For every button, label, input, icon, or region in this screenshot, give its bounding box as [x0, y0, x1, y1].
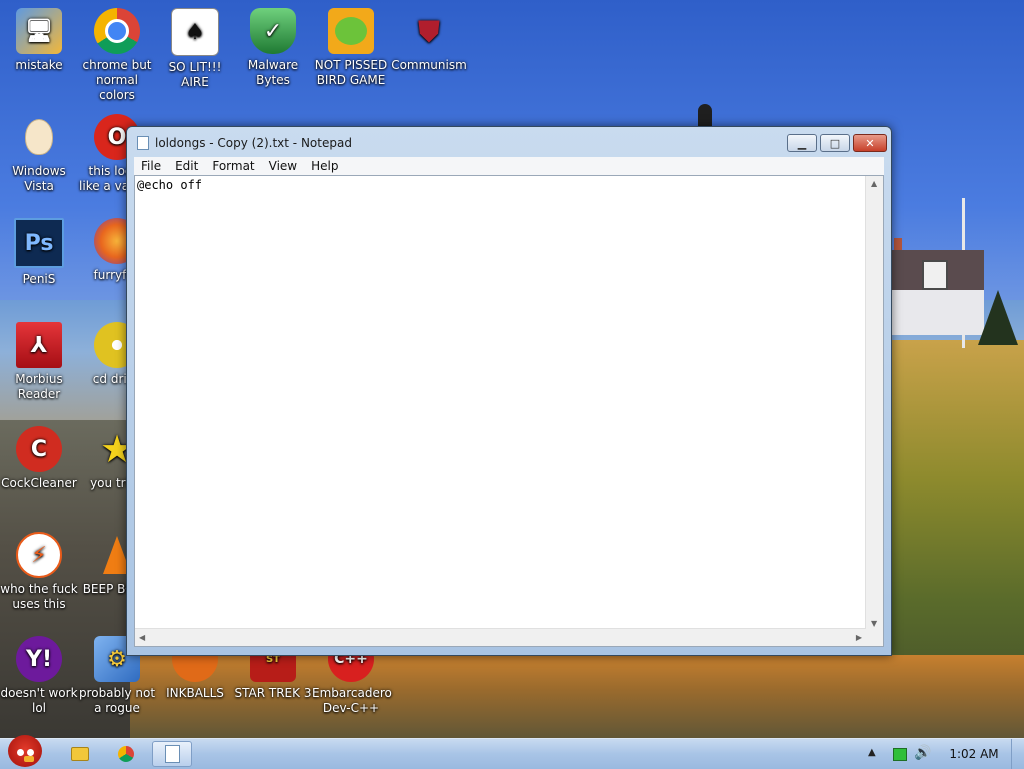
close-icon: ✕: [865, 136, 875, 150]
desktop-icon-lightning[interactable]: ⚡ who the fuck uses this: [0, 532, 78, 612]
house: [892, 238, 992, 348]
maximize-button[interactable]: □: [820, 134, 850, 152]
scroll-down-icon[interactable]: ▼: [871, 619, 877, 628]
desktop-icon-photoshop[interactable]: Ps PeniS: [0, 218, 78, 287]
lightning-icon: ⚡: [16, 532, 62, 578]
scrollbar-corner: [866, 629, 883, 646]
acrobat-icon: ⅄: [16, 322, 62, 368]
show-desktop-button[interactable]: [1011, 739, 1024, 769]
photoshop-icon: Ps: [14, 218, 64, 268]
minimize-button[interactable]: ▁: [787, 134, 817, 152]
volume-icon[interactable]: 🔊: [914, 745, 931, 761]
desktop-icon-windows-vista[interactable]: Windows Vista: [0, 114, 78, 194]
menu-help[interactable]: Help: [304, 159, 345, 173]
desktop-icon-ccleaner[interactable]: C CockCleaner: [0, 426, 78, 491]
pine-tree: [978, 290, 1018, 345]
desktop-icon-solitaire[interactable]: ♠ SO LIT!!! AIRE: [156, 8, 234, 90]
window-title: loldongs - Copy (2).txt - Notepad: [155, 136, 352, 150]
scroll-up-icon[interactable]: ▲: [871, 179, 877, 188]
lighthouse-top: [698, 104, 712, 126]
desktop-icon-malwarebytes[interactable]: ✓ Malware Bytes: [234, 8, 312, 88]
title-bar[interactable]: loldongs - Copy (2).txt - Notepad ▁ □ ✕: [127, 127, 891, 157]
notepad-icon: [137, 136, 149, 150]
menu-file[interactable]: File: [134, 159, 168, 173]
egg-icon: [16, 114, 62, 160]
desktop-icon-yahoo[interactable]: Y! doesn't work lol: [0, 636, 78, 716]
chrome-icon: [94, 8, 140, 54]
chrome-icon: [118, 746, 134, 762]
menu-bar: File Edit Format View Help: [134, 157, 884, 175]
taskbar-notepad[interactable]: [152, 741, 192, 767]
taskbar-explorer[interactable]: [60, 741, 100, 767]
desktop-icon-communism[interactable]: ⛊ Communism: [390, 8, 468, 73]
explorer-icon: [71, 747, 89, 761]
maximize-icon: □: [829, 136, 841, 150]
desktop-icon-bird-game[interactable]: NOT PISSED BIRD GAME: [312, 8, 390, 88]
yahoo-icon: Y!: [16, 636, 62, 682]
network-icon[interactable]: [893, 748, 907, 761]
menu-view[interactable]: View: [262, 159, 304, 173]
start-button[interactable]: [4, 733, 46, 769]
horizontal-scrollbar[interactable]: ◀ ▶: [135, 628, 866, 646]
green-pig-icon: [328, 8, 374, 54]
solitaire-cards-icon: ♠: [171, 8, 219, 56]
taskbar-chrome[interactable]: [106, 741, 146, 767]
text-editor[interactable]: @echo off ▲ ▼ ◀ ▶: [134, 175, 884, 647]
taskbar: ▲ 🔊 1:02 AM: [0, 735, 1024, 769]
scroll-right-icon[interactable]: ▶: [856, 633, 862, 642]
editor-content[interactable]: @echo off: [137, 178, 865, 626]
computer-folder-icon: 🖥: [16, 8, 62, 54]
shield-check-icon: ✓: [250, 8, 296, 54]
show-hidden-icons-icon[interactable]: ▲: [868, 747, 876, 758]
vertical-scrollbar[interactable]: ▲ ▼: [865, 176, 883, 631]
desktop-icon-chrome[interactable]: chrome but normal colors: [78, 8, 156, 103]
menu-format[interactable]: Format: [205, 159, 261, 173]
minimize-icon: ▁: [797, 136, 807, 150]
ccleaner-icon: C: [16, 426, 62, 472]
notepad-icon: [164, 745, 180, 763]
emblem-icon: ⛊: [418, 14, 440, 48]
clock[interactable]: 1:02 AM: [944, 747, 1004, 761]
angry-bird-icon: [8, 735, 42, 767]
notepad-window[interactable]: loldongs - Copy (2).txt - Notepad ▁ □ ✕ …: [126, 126, 892, 656]
desktop-icon-morbius-reader[interactable]: ⅄ Morbius Reader: [0, 322, 78, 402]
menu-edit[interactable]: Edit: [168, 159, 205, 173]
desktop-icon-mistake[interactable]: 🖥 mistake: [0, 8, 78, 73]
scroll-left-icon[interactable]: ◀: [139, 633, 145, 642]
close-button[interactable]: ✕: [853, 134, 887, 152]
